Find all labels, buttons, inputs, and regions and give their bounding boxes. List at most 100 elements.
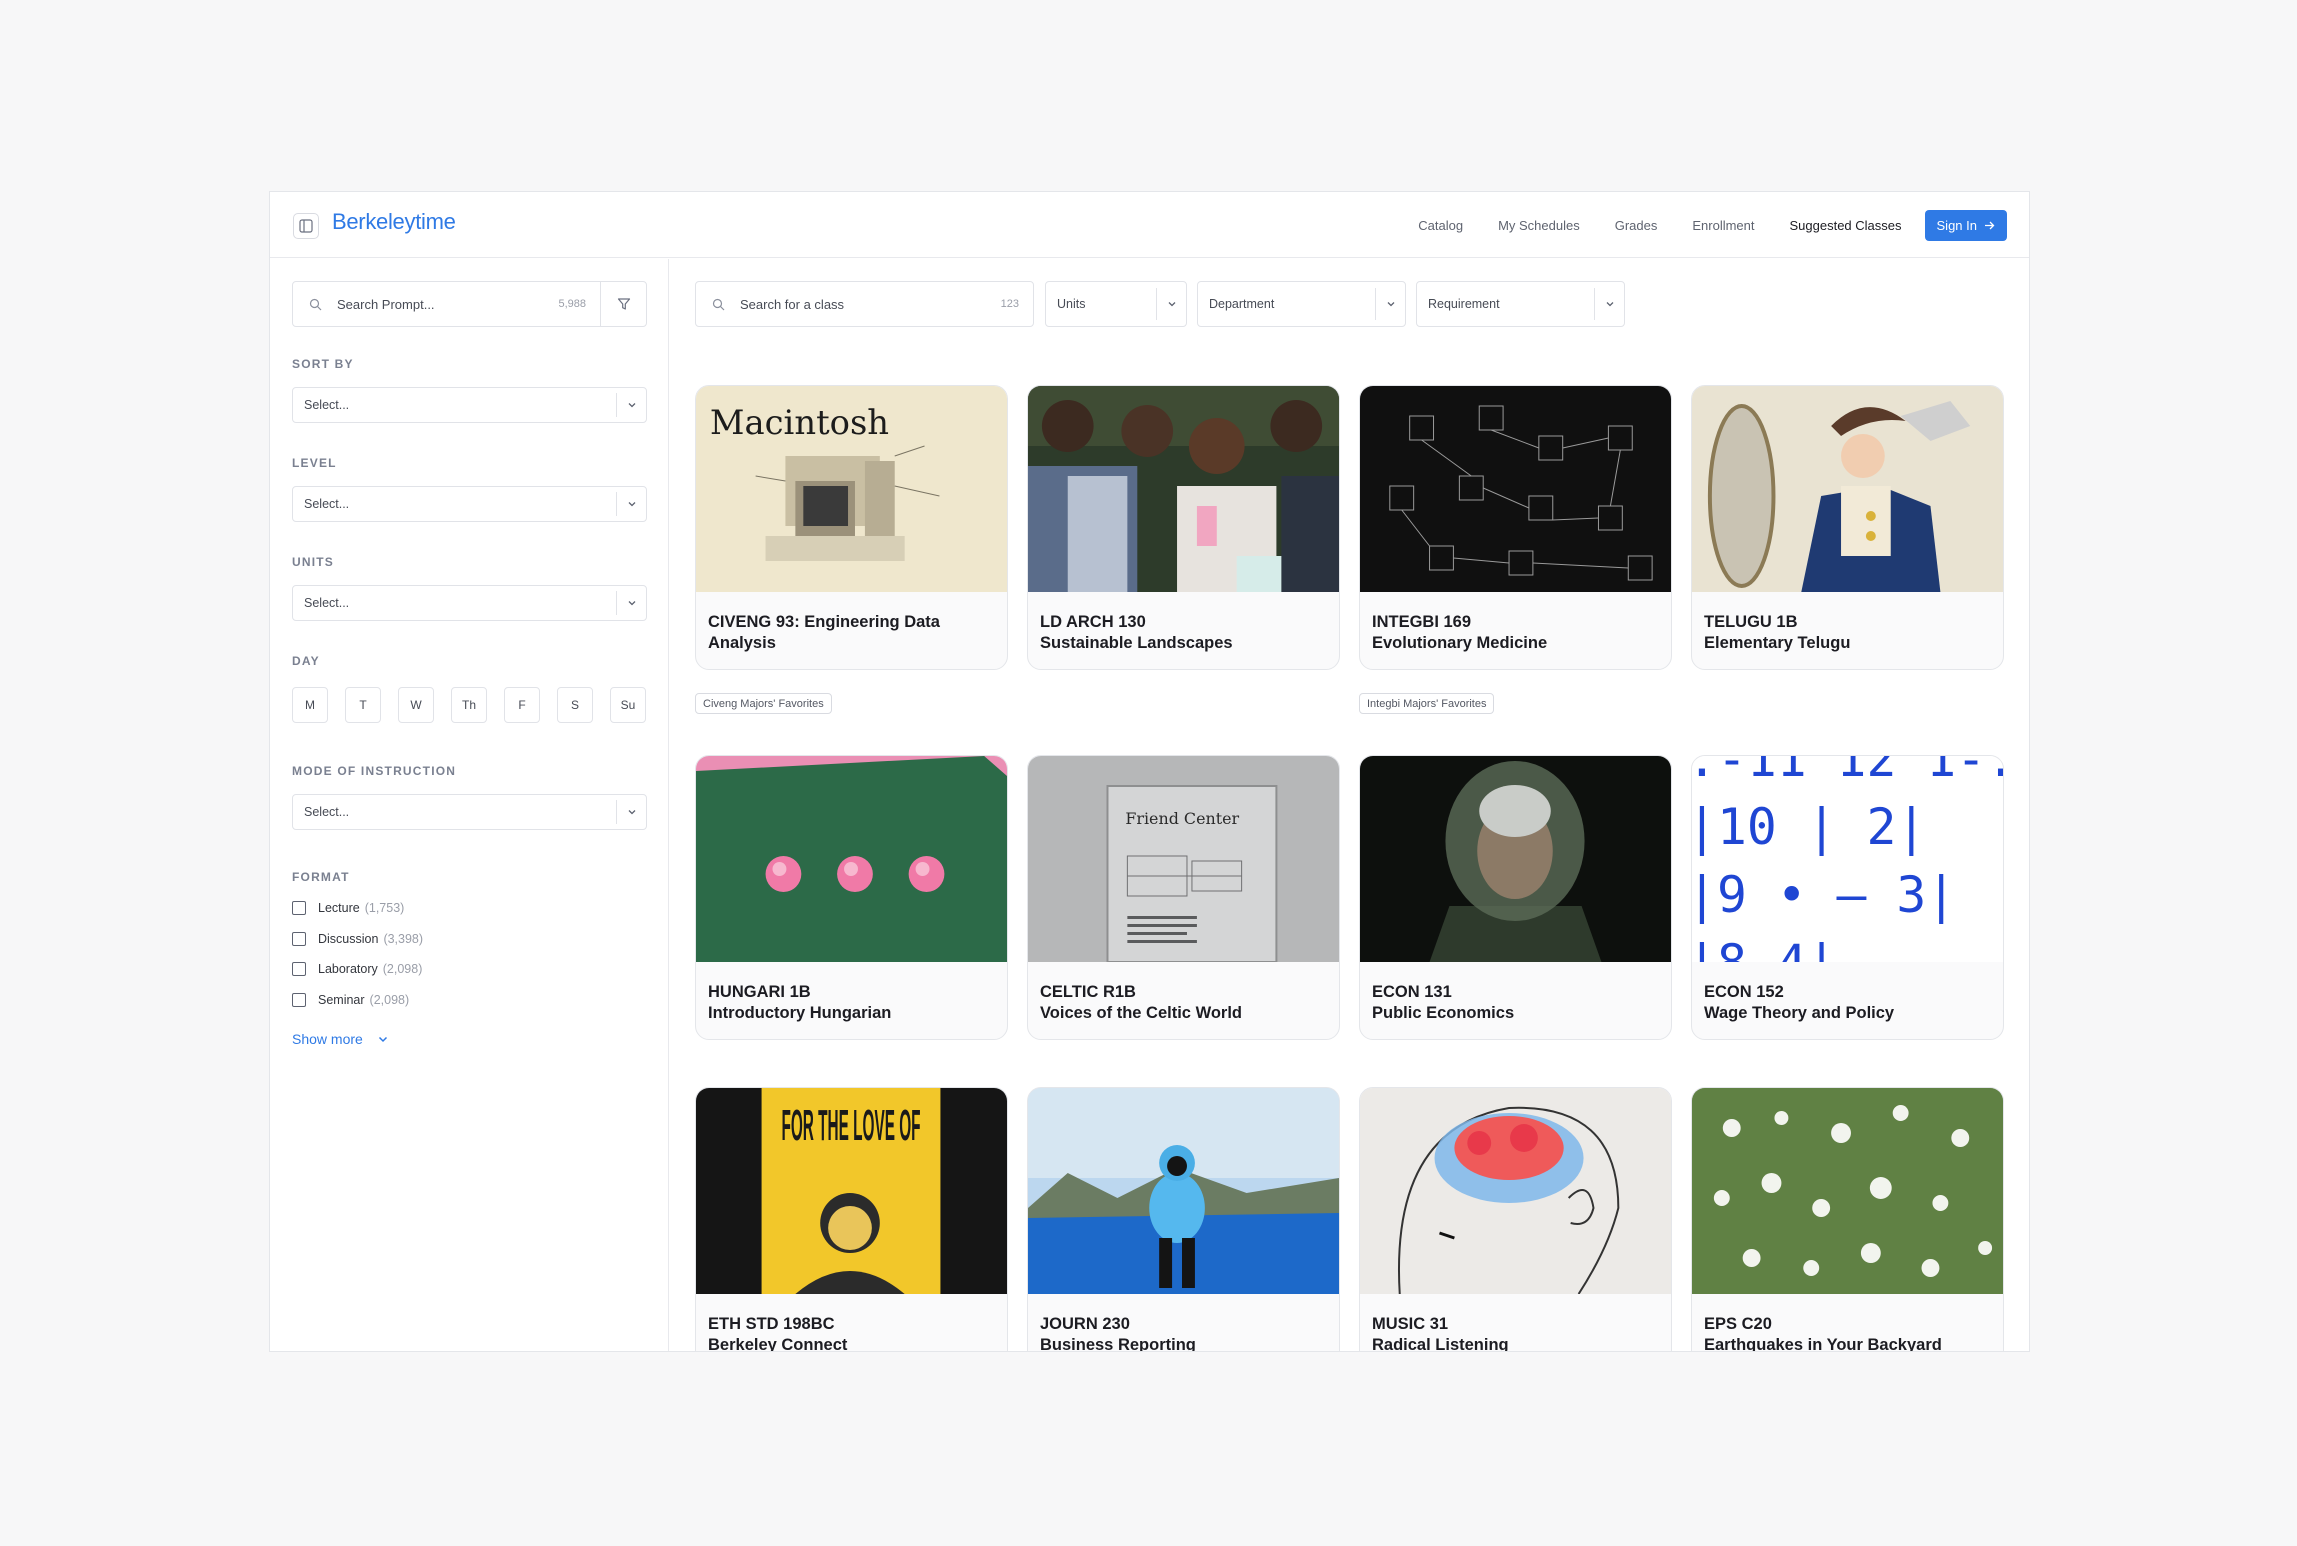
card-code: TELUGU 1B <box>1704 613 1798 631</box>
format-label: FORMAT <box>292 870 350 884</box>
format-option-seminar[interactable]: Seminar (2,098) <box>292 985 423 1016</box>
card-code: CIVENG 93: Engineering Data <box>708 613 940 631</box>
card-title: Public Economics <box>1372 1003 1515 1022</box>
checkbox[interactable] <box>292 931 306 946</box>
nav-suggested-classes[interactable]: Suggested Classes <box>1790 218 1902 233</box>
class-card[interactable]: JOURN 230 Business Reporting <box>1027 1087 1340 1352</box>
class-card[interactable]: Macintosh CIVENG 93: Engineering Data An… <box>695 385 1008 670</box>
class-card[interactable]: ECON 131 Public Economics <box>1359 755 1672 1040</box>
day-monday[interactable]: M <box>292 687 328 723</box>
department-dropdown[interactable]: Department <box>1197 281 1406 327</box>
checkbox[interactable] <box>292 901 306 916</box>
card-image-helmet <box>1360 756 1671 962</box>
card-text: CIVENG 93: Engineering Data Analysis <box>696 592 1007 669</box>
card-image-cubes <box>1360 386 1671 592</box>
card-image-poster: FOR THE LOVE OF <box>696 1088 1007 1294</box>
level-label: LEVEL <box>292 456 337 470</box>
day-saturday[interactable]: S <box>557 687 593 723</box>
card-title: Analysis <box>708 633 776 652</box>
card-text: ETH STD 198BC Berkeley Connect <box>696 1294 1007 1352</box>
card-image-clock: .-11 12 1-. |10 | 2| |9 • — 3| |8 4| <box>1692 756 2003 962</box>
panel-icon <box>299 219 313 233</box>
class-card[interactable]: EPS C20 Earthquakes in Your Backyard <box>1691 1087 2004 1352</box>
class-card[interactable]: .-11 12 1-. |10 | 2| |9 • — 3| |8 4| ECO… <box>1691 755 2004 1040</box>
format-count: (1,753) <box>364 901 405 916</box>
sort-by-label: SORT BY <box>292 357 354 371</box>
card-code: CELTIC R1B <box>1040 983 1136 1001</box>
mode-of-instruction-label: MODE OF INSTRUCTION <box>292 764 457 778</box>
class-card[interactable]: TELUGU 1B Elementary Telugu <box>1691 385 2004 670</box>
class-card[interactable]: MUSIC 31 Radical Listening <box>1359 1087 1672 1352</box>
filter-button[interactable] <box>600 282 646 326</box>
card-title: Earthquakes in Your Backyard <box>1704 1335 1942 1352</box>
day-tuesday[interactable]: T <box>345 687 381 723</box>
top-bar: Berkeleytime Catalog My Schedules Grades… <box>270 192 2029 258</box>
clock-row-4: |8 4| <box>1692 934 1837 962</box>
checkbox[interactable] <box>292 992 306 1007</box>
day-selector: M T W Th F S Su <box>292 687 646 723</box>
card-text: ECON 131 Public Economics <box>1360 962 1671 1039</box>
format-count: (2,098) <box>382 962 423 977</box>
class-card[interactable]: Friend Center CELTIC R1B Voices of the C… <box>1027 755 1340 1040</box>
filter-icon <box>617 298 630 310</box>
day-sunday[interactable]: Su <box>610 687 646 723</box>
card-text: JOURN 230 Business Reporting <box>1028 1294 1339 1352</box>
card-title: Radical Listening <box>1372 1335 1509 1352</box>
units-dropdown[interactable]: Units <box>1045 281 1187 327</box>
units-select[interactable]: Select... <box>292 585 647 621</box>
card-code: ETH STD 198BC <box>708 1315 835 1333</box>
checkbox[interactable] <box>292 962 306 977</box>
sign-in-label: Sign In <box>1936 217 1977 233</box>
favorites-badge: Civeng Majors' Favorites <box>695 693 832 714</box>
sidebar-toggle-button[interactable] <box>293 213 319 239</box>
clock-row-1: .-11 12 1-. <box>1692 756 2003 788</box>
card-image-snow <box>1028 1088 1339 1294</box>
mode-value: Select... <box>304 805 350 819</box>
chevron-down-icon <box>1156 288 1186 320</box>
nav-enrollment[interactable]: Enrollment <box>1692 218 1754 233</box>
requirement-dropdown[interactable]: Requirement <box>1416 281 1625 327</box>
day-wednesday[interactable]: W <box>398 687 434 723</box>
card-text: INTEGBI 169 Evolutionary Medicine <box>1360 592 1671 669</box>
format-option-laboratory[interactable]: Laboratory (2,098) <box>292 954 423 985</box>
card-code: ECON 152 <box>1704 983 1784 1001</box>
poster-headline: FOR THE LOVE OF <box>781 1101 920 1150</box>
class-card[interactable]: INTEGBI 169 Evolutionary Medicine <box>1359 385 1672 670</box>
format-option-lecture[interactable]: Lecture (1,753) <box>292 893 423 924</box>
format-option-discussion[interactable]: Discussion (3,398) <box>292 924 423 955</box>
class-card[interactable]: FOR THE LOVE OF ETH STD 198BC Berkeley C… <box>695 1087 1008 1352</box>
requirement-dropdown-value: Requirement <box>1428 297 1500 311</box>
sort-by-select[interactable]: Select... <box>292 387 647 423</box>
card-title: Sustainable Landscapes <box>1040 633 1233 652</box>
brand-logo[interactable]: Berkeleytime <box>332 209 456 235</box>
nav-my-schedules[interactable]: My Schedules <box>1498 218 1580 233</box>
chevron-down-icon <box>616 492 646 516</box>
card-title: Introductory Hungarian <box>708 1003 892 1022</box>
card-text: MUSIC 31 Radical Listening <box>1360 1294 1671 1352</box>
format-list: Lecture (1,753) Discussion (3,398) Labor… <box>292 893 423 1015</box>
class-search-placeholder: Search for a class <box>740 296 845 312</box>
show-more-button[interactable]: Show more <box>292 1031 389 1047</box>
class-card[interactable]: HUNGARI 1B Introductory Hungarian <box>695 755 1008 1040</box>
card-image-head <box>1360 1088 1671 1294</box>
class-card[interactable]: LD ARCH 130 Sustainable Landscapes <box>1027 385 1340 670</box>
format-count: (3,398) <box>383 931 424 946</box>
format-count: (2,098) <box>369 992 410 1007</box>
format-name: Laboratory <box>318 962 378 977</box>
nav-catalog[interactable]: Catalog <box>1418 218 1463 233</box>
chevron-down-icon <box>616 591 646 615</box>
mode-of-instruction-select[interactable]: Select... <box>292 794 647 830</box>
class-search-input[interactable]: Search for a class 123 <box>695 281 1034 327</box>
chevron-down-icon <box>616 393 646 417</box>
card-title: Berkeley Connect <box>708 1335 848 1352</box>
level-value: Select... <box>304 497 350 511</box>
sign-in-button[interactable]: Sign In <box>1924 209 2007 241</box>
nav-grades[interactable]: Grades <box>1615 218 1658 233</box>
day-friday[interactable]: F <box>504 687 540 723</box>
chevron-down-icon <box>1375 288 1405 320</box>
card-title: Business Reporting <box>1040 1335 1196 1352</box>
prompt-search-input[interactable]: Search Prompt... 5,988 <box>292 281 647 327</box>
level-select[interactable]: Select... <box>292 486 647 522</box>
day-thursday[interactable]: Th <box>451 687 487 723</box>
units-label: UNITS <box>292 555 334 569</box>
